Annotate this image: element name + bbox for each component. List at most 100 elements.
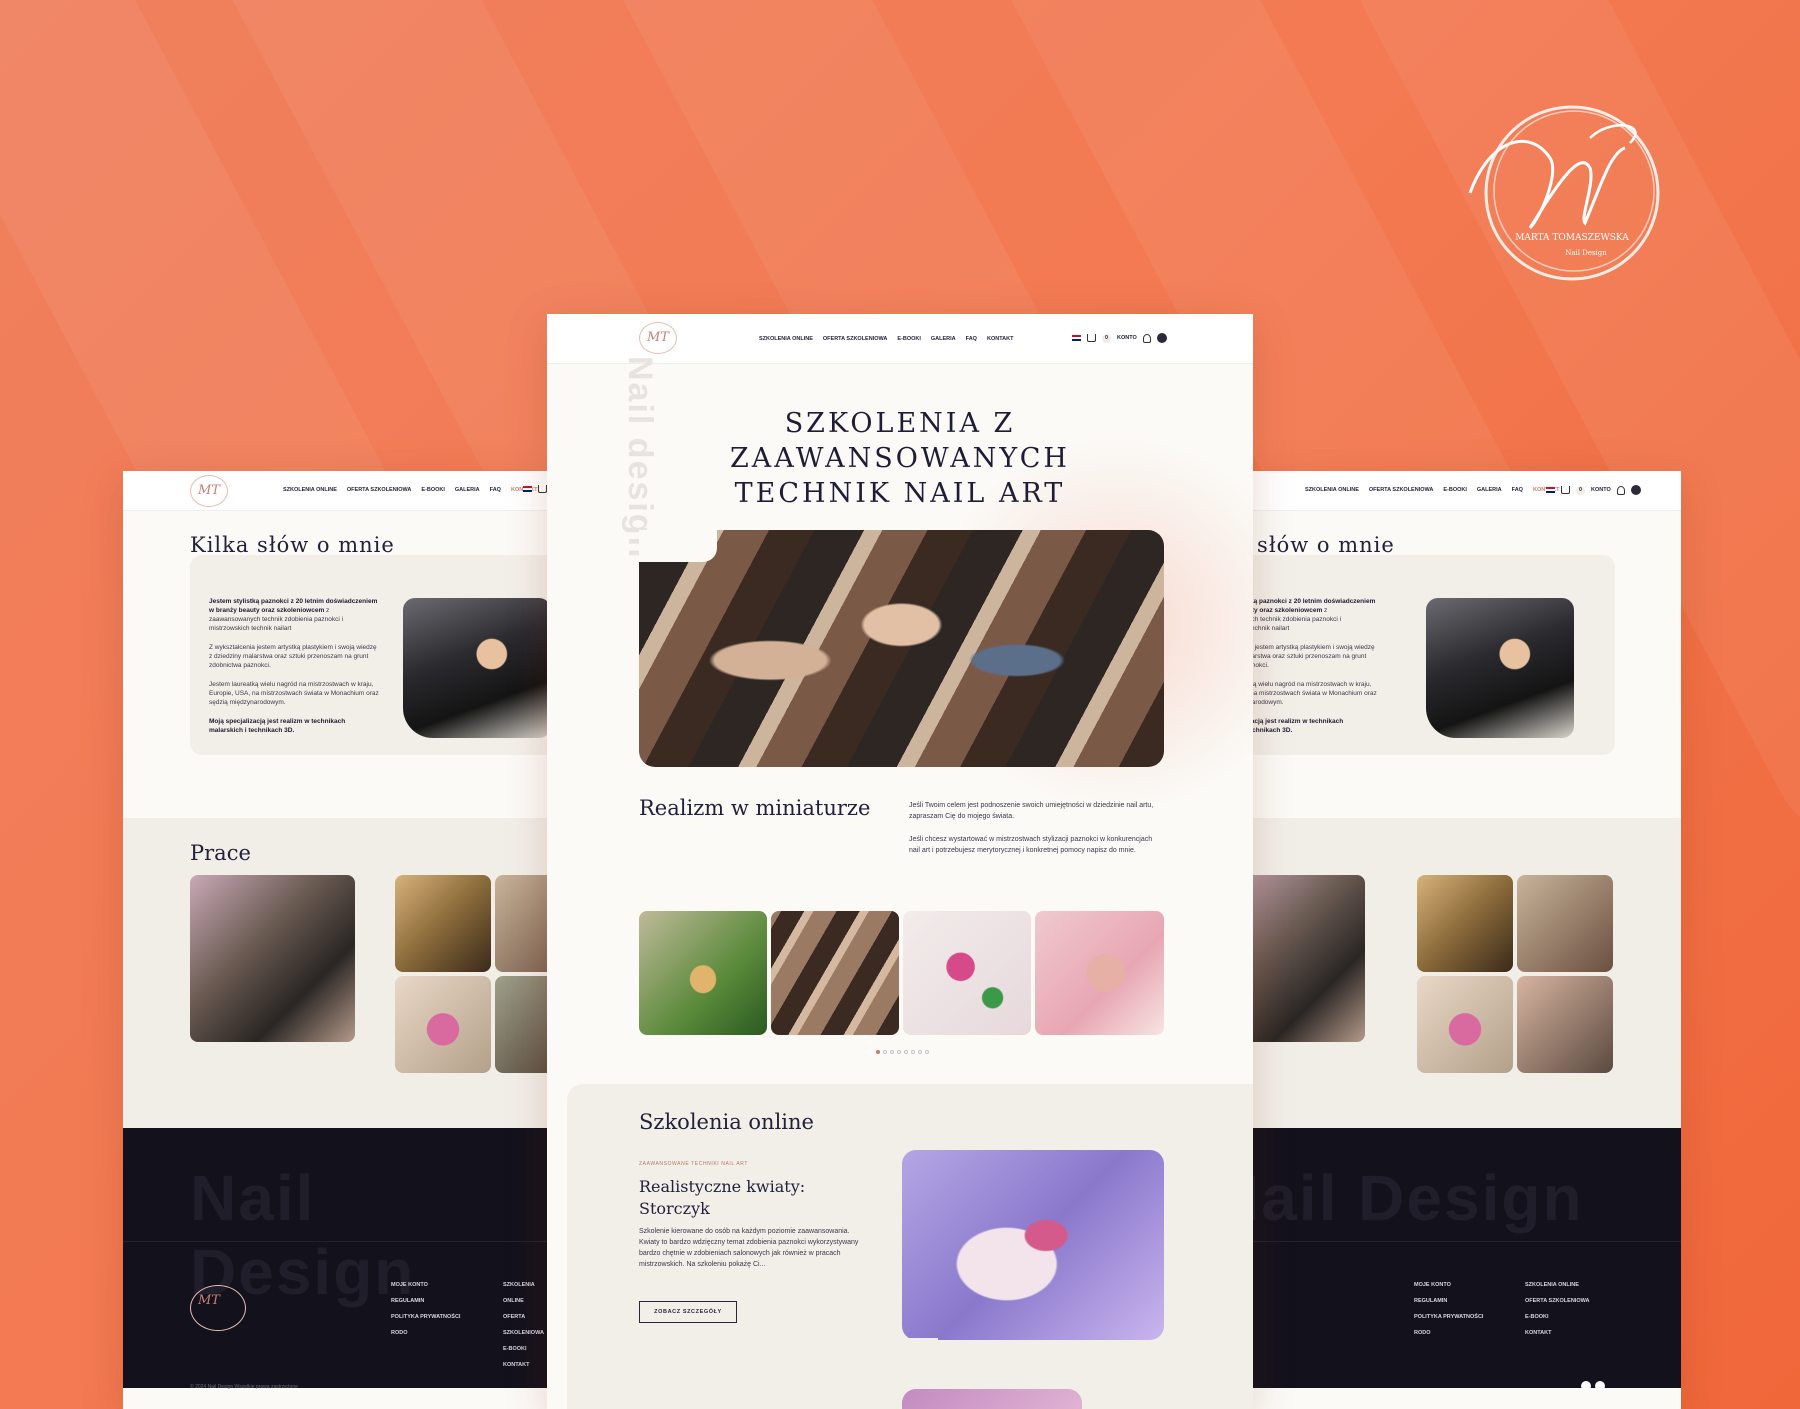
work-photo[interactable] (395, 875, 491, 972)
slider-dots (876, 1050, 929, 1054)
online-title: Szkolenia online (639, 1110, 814, 1134)
left-nav-logo[interactable] (190, 475, 228, 507)
work-photo[interactable] (1517, 875, 1613, 972)
cart-icon[interactable] (1561, 486, 1570, 494)
nav-item[interactable]: KONTAKT (987, 336, 1013, 342)
work-photo[interactable] (395, 976, 491, 1073)
theme-icon[interactable] (1156, 333, 1167, 343)
instagram-icon[interactable] (1581, 1381, 1591, 1391)
footer-link[interactable]: RODO (1414, 1325, 1483, 1341)
hero-title: SZKOLENIA Z ZAAWANSOWANYCH TECHNIK NAIL … (547, 406, 1253, 511)
right-nav-tools: 0 KONTO (1546, 485, 1641, 495)
nav-item[interactable]: FAQ (966, 336, 977, 342)
nav-item[interactable]: FAQ (490, 487, 501, 493)
nav-item[interactable]: OFERTA SZKOLENIOWA (823, 336, 887, 342)
nav-item[interactable]: E-BOOKI (897, 336, 921, 342)
footer-link[interactable]: MOJE KONTO (391, 1277, 460, 1293)
footer-link[interactable]: SZKOLENIA ONLINE (1525, 1277, 1589, 1293)
footer-link[interactable]: REGULAMIN (391, 1293, 460, 1309)
account-link[interactable]: KONTO (1117, 335, 1137, 341)
nav-item[interactable]: GALERIA (1477, 487, 1502, 493)
account-link[interactable]: KONTO (1591, 487, 1611, 493)
work-photo[interactable] (1417, 976, 1513, 1073)
gallery-thumb[interactable] (903, 911, 1031, 1035)
slider-dot[interactable] (911, 1050, 915, 1054)
footer-link[interactable]: OFERTA SZKOLENIOWA (503, 1309, 548, 1341)
footer-link[interactable]: OFERTA SZKOLENIOWA (1525, 1293, 1589, 1309)
user-icon[interactable] (1616, 485, 1625, 495)
flag-icon[interactable] (523, 486, 532, 492)
course-description: Szkolenie kierowane do osób na każdym po… (639, 1228, 859, 1268)
center-nav-tools: 0 KONTO (1072, 333, 1167, 343)
cart-icon[interactable] (1087, 334, 1096, 342)
nav-item[interactable]: SZKOLENIA ONLINE (1305, 487, 1359, 493)
user-icon[interactable] (1142, 333, 1151, 343)
course-image[interactable] (902, 1150, 1164, 1340)
center-nav-logo[interactable] (639, 322, 677, 354)
works-title: Prace (190, 841, 251, 865)
hero-image-notch (639, 530, 717, 562)
left-nav-tools (523, 485, 547, 493)
left-nav: SZKOLENIA ONLINE OFERTA SZKOLENIOWA E-BO… (123, 471, 548, 511)
nav-item[interactable]: GALERIA (455, 487, 480, 493)
footer-divider (1253, 1241, 1681, 1242)
work-photo[interactable] (495, 976, 548, 1073)
center-page-mockup: SZKOLENIA ONLINE OFERTA SZKOLENIOWA E-BO… (547, 314, 1253, 1409)
nav-item[interactable]: SZKOLENIA ONLINE (759, 336, 813, 342)
nav-item[interactable]: OFERTA SZKOLENIOWA (347, 487, 411, 493)
slider-dot[interactable] (904, 1050, 908, 1054)
slider-dot[interactable] (876, 1050, 880, 1054)
footer-link[interactable]: KONTAKT (1525, 1325, 1589, 1341)
slider-dot[interactable] (883, 1050, 887, 1054)
footer-link[interactable]: MOJE KONTO (1414, 1277, 1483, 1293)
nav-item[interactable]: GALERIA (931, 336, 956, 342)
slider-dot[interactable] (918, 1050, 922, 1054)
course-image-notch (902, 1338, 938, 1352)
course-title[interactable]: Realistyczne kwiaty: Storczyk (639, 1176, 819, 1220)
about-text: Jestem stylistką paznokci z 20 letnim do… (1253, 597, 1377, 745)
flag-icon[interactable] (1546, 487, 1555, 493)
work-photo[interactable] (1417, 875, 1513, 972)
footer-link[interactable]: RODO (391, 1325, 460, 1341)
work-photo[interactable] (1253, 875, 1365, 1042)
gallery-thumb[interactable] (771, 911, 899, 1035)
footer-col-1: MOJE KONTO REGULAMIN POLITYKA PRYWATNOŚC… (391, 1277, 460, 1341)
footer-link[interactable]: SZKOLENIA ONLINE (503, 1277, 548, 1309)
footer-link[interactable]: E-BOOKI (1525, 1309, 1589, 1325)
right-nav-links: SZKOLENIA ONLINE OFERTA SZKOLENIOWA E-BO… (1305, 487, 1559, 493)
right-nav: SZKOLENIA ONLINE OFERTA SZKOLENIOWA E-BO… (1253, 471, 1681, 511)
brand-name: MARTA TOMASZEWSKA (1515, 233, 1629, 243)
gallery-thumb[interactable] (639, 911, 767, 1035)
theme-icon[interactable] (1630, 485, 1641, 495)
footer-link[interactable]: POLITYKA PRYWATNOŚCI (391, 1309, 460, 1325)
footer-link[interactable]: REGULAMIN (1414, 1293, 1483, 1309)
slider-dot[interactable] (897, 1050, 901, 1054)
nav-item[interactable]: FAQ (1512, 487, 1523, 493)
nav-item[interactable]: E-BOOKI (421, 487, 445, 493)
course-image-next[interactable] (902, 1389, 1082, 1409)
left-nav-links: SZKOLENIA ONLINE OFERTA SZKOLENIOWA E-BO… (283, 487, 537, 493)
facebook-icon[interactable] (1595, 1381, 1605, 1391)
work-photo[interactable] (190, 875, 355, 1042)
gallery-thumb[interactable] (1035, 911, 1164, 1035)
footer-link[interactable]: E-BOOKI (503, 1341, 548, 1357)
nav-item[interactable]: OFERTA SZKOLENIOWA (1369, 487, 1433, 493)
course-details-button[interactable]: ZOBACZ SZCZEGÓŁY (639, 1301, 737, 1323)
slider-dot[interactable] (925, 1050, 929, 1054)
flag-icon[interactable] (1072, 335, 1081, 341)
footer-link[interactable]: POLITYKA PRYWATNOŚCI (1414, 1309, 1483, 1325)
work-photo[interactable] (1517, 976, 1613, 1073)
about-lead: Jestem stylistką paznokci z 20 letnim do… (1253, 598, 1376, 614)
hero-title-line: TECHNIK NAIL ART (734, 478, 1066, 509)
slider-dot[interactable] (890, 1050, 894, 1054)
about-p3: Jestem laureatką wielu nagród na mistrzo… (1253, 681, 1377, 706)
nav-item[interactable]: SZKOLENIA ONLINE (283, 487, 337, 493)
footer-divider (123, 1241, 548, 1242)
hero-title-line: SZKOLENIA Z (784, 408, 1016, 439)
footer-big-word: Nail Design (190, 1162, 416, 1308)
cart-icon[interactable] (538, 485, 547, 493)
work-photo[interactable] (495, 875, 548, 972)
footer-link[interactable]: KONTAKT (503, 1357, 548, 1373)
nav-item[interactable]: E-BOOKI (1443, 487, 1467, 493)
center-nav-links: SZKOLENIA ONLINE OFERTA SZKOLENIOWA E-BO… (759, 336, 1013, 342)
